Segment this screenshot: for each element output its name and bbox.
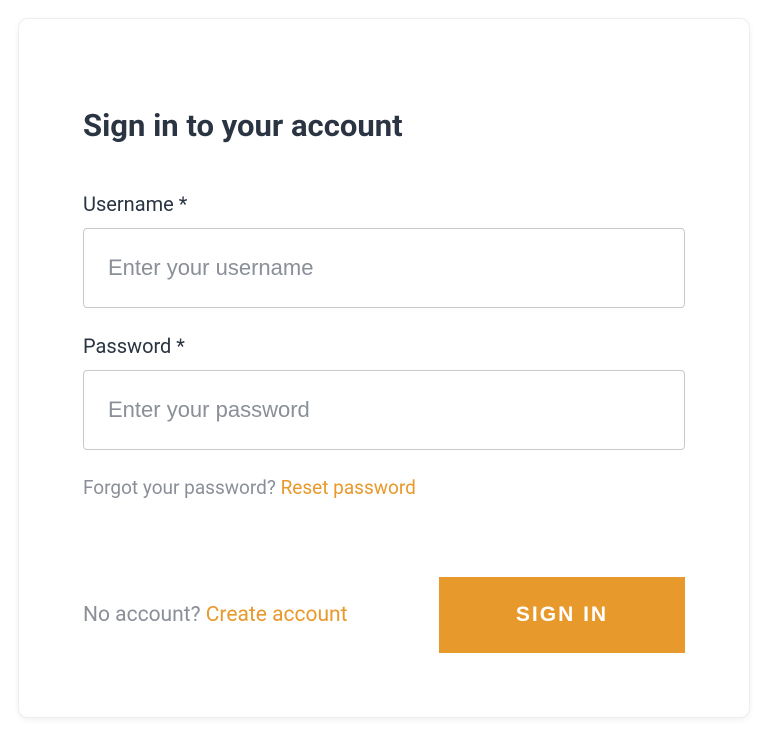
password-input[interactable] [83, 370, 685, 450]
create-account-link[interactable]: Create account [206, 603, 348, 627]
username-field-group: Username * [83, 192, 685, 308]
create-account-line: No account? Create account [83, 603, 348, 627]
footer-row: No account? Create account SIGN IN [83, 577, 685, 653]
password-label: Password * [83, 334, 685, 358]
no-account-prompt: No account? [83, 603, 206, 627]
reset-password-link[interactable]: Reset password [281, 476, 416, 499]
signin-card: Sign in to your account Username * Passw… [18, 18, 750, 718]
forgot-password-line: Forgot your password? Reset password [83, 476, 685, 499]
password-field-group: Password * [83, 334, 685, 450]
username-label: Username * [83, 192, 685, 216]
forgot-password-prompt: Forgot your password? [83, 476, 281, 499]
username-input[interactable] [83, 228, 685, 308]
page-title: Sign in to your account [83, 107, 685, 144]
signin-button[interactable]: SIGN IN [439, 577, 685, 653]
